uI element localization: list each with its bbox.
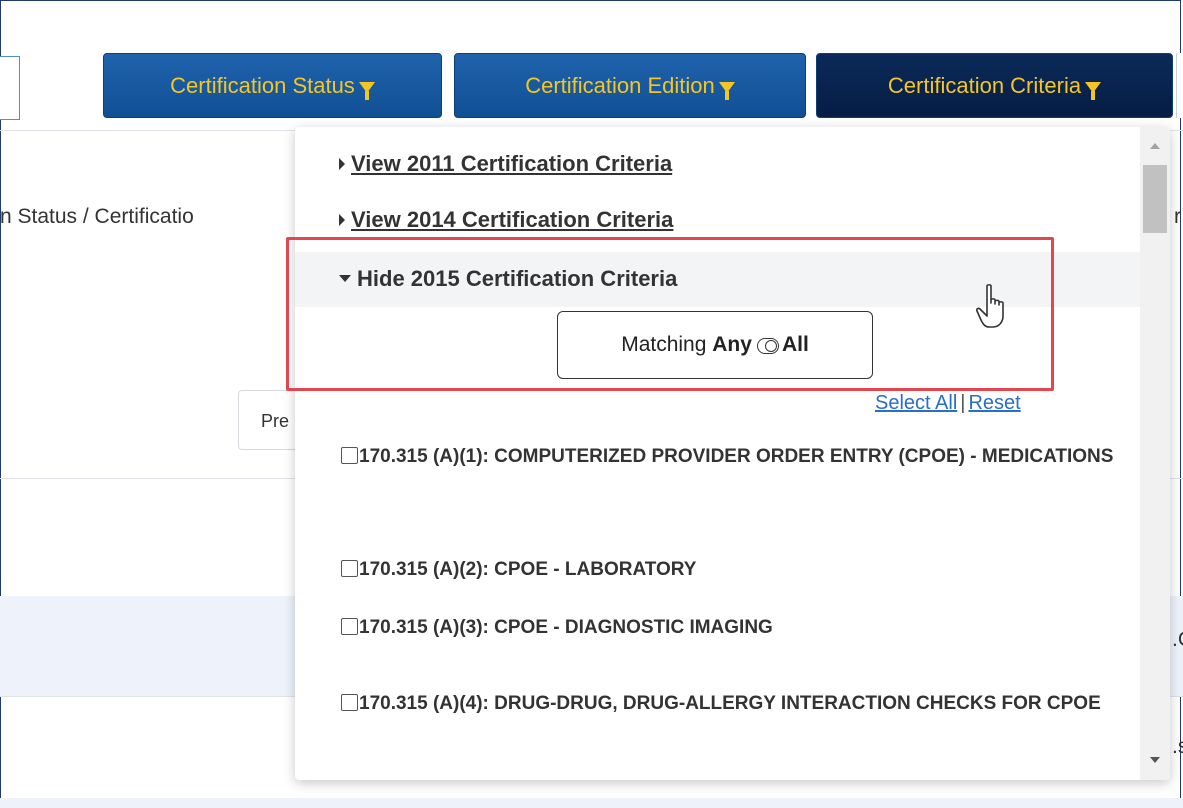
select-links: Select All | Reset	[875, 392, 1021, 415]
group-toggle-2014[interactable]: View 2014 Certification Criteria	[339, 207, 673, 233]
criterion-label: 170.315 (A)(1): COMPUTERIZED PROVIDER OR…	[359, 446, 1114, 467]
group-toggle-2011[interactable]: View 2011 Certification Criteria	[339, 151, 672, 177]
scroll-down-arrow-icon[interactable]	[1150, 757, 1160, 763]
table-row[interactable]	[0, 798, 1183, 808]
caret-right-icon	[339, 214, 345, 226]
funnel-icon	[358, 82, 375, 100]
filter-label: Certification Status	[170, 72, 355, 98]
group-label: View 2011 Certification Criteria	[351, 151, 673, 176]
funnel-icon	[718, 82, 735, 100]
criterion-checkbox[interactable]	[341, 618, 358, 635]
criterion-checkbox[interactable]	[341, 694, 358, 711]
link-separator: |	[960, 392, 966, 414]
criteria-dropdown-panel: View 2011 Certification Criteria View 20…	[295, 127, 1170, 780]
reset-link[interactable]: Reset	[968, 392, 1020, 414]
annotation-highlight-box	[286, 237, 1054, 391]
breadcrumb-end: r	[1174, 205, 1181, 228]
certification-status-filter-button[interactable]: Certification Status	[103, 53, 442, 118]
criterion-label: 170.315 (A)(4): DRUG-DRUG, DRUG-ALLERGY …	[359, 693, 1101, 714]
dropdown-scrollbar[interactable]	[1140, 127, 1170, 780]
select-all-link[interactable]: Select All	[875, 392, 957, 414]
criterion-item[interactable]: 170.315 (A)(2): CPOE - LABORATORY	[341, 553, 1121, 587]
previous-label: Pre	[261, 411, 290, 431]
table-cell-fragment: .C	[1172, 628, 1183, 651]
criterion-checkbox[interactable]	[341, 447, 358, 464]
filter-label: Certification Edition	[525, 72, 715, 98]
caret-right-icon	[339, 158, 345, 170]
certification-edition-filter-button[interactable]: Certification Edition	[454, 53, 806, 118]
criterion-item[interactable]: 170.315 (A)(4): DRUG-DRUG, DRUG-ALLERGY …	[341, 687, 1121, 721]
funnel-icon	[1085, 82, 1102, 100]
scroll-up-arrow-icon[interactable]	[1150, 143, 1160, 149]
criterion-label: 170.315 (A)(2): CPOE - LABORATORY	[359, 559, 697, 580]
criterion-item[interactable]: 170.315 (A)(3): CPOE - DIAGNOSTIC IMAGIN…	[341, 611, 1121, 645]
next-filter-button-edge[interactable]	[1176, 53, 1183, 118]
hand-pointer-icon	[975, 284, 1004, 328]
criterion-checkbox[interactable]	[341, 560, 358, 577]
criterion-label: 170.315 (A)(3): CPOE - DIAGNOSTIC IMAGIN…	[359, 617, 773, 638]
filter-label: Certification Criteria	[887, 72, 1082, 98]
previous-button[interactable]: Pre	[238, 390, 298, 450]
breadcrumb: n Status / Certificatio	[0, 205, 194, 228]
scroll-thumb[interactable]	[1143, 165, 1167, 233]
certification-criteria-filter-button[interactable]: Certification Criteria	[816, 53, 1173, 118]
criterion-item[interactable]: 170.315 (A)(1): COMPUTERIZED PROVIDER OR…	[341, 440, 1121, 474]
search-input[interactable]	[0, 56, 20, 120]
group-label: View 2014 Certification Criteria	[351, 207, 674, 232]
table-cell-fragment: .s	[1172, 735, 1183, 758]
